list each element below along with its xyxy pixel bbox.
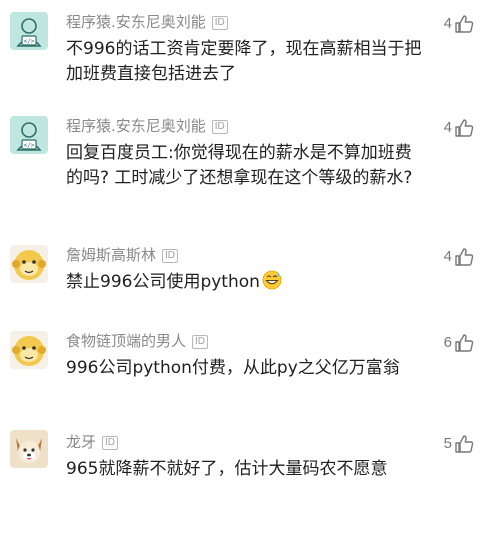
grinning-sweat-emoji	[262, 270, 282, 298]
programmer-avatar[interactable]: </>	[10, 116, 48, 154]
like-count: 4	[443, 119, 452, 136]
author-name[interactable]: 程序猿.安东尼奥刘能	[66, 117, 206, 135]
id-badge: ID	[162, 249, 179, 263]
like-button[interactable]: 6	[444, 333, 474, 353]
id-badge: ID	[211, 120, 228, 134]
comment-author[interactable]: 食物链顶端的男人 ID	[66, 331, 209, 351]
programmer-icon: </>	[10, 12, 48, 50]
thumbs-up-icon[interactable]	[454, 14, 474, 34]
author-name[interactable]: 詹姆斯高斯林	[66, 246, 156, 264]
comment-author[interactable]: 詹姆斯高斯林 ID	[66, 245, 179, 265]
monkey-avatar[interactable]	[10, 245, 48, 283]
like-count: 4	[443, 15, 452, 32]
like-button[interactable]: 4	[444, 247, 474, 267]
programmer-avatar[interactable]: </>	[10, 12, 48, 50]
comment-text: 回复百度员工:你觉得现在的薪水是不算加班费的吗? 工时减少了还想拿现在这个等级的…	[66, 143, 413, 188]
id-badge: ID	[192, 335, 209, 349]
dog-icon	[10, 430, 48, 468]
svg-text:</>: </>	[24, 38, 35, 45]
monkey-avatar[interactable]	[10, 331, 48, 369]
monkey-icon	[10, 331, 48, 369]
id-badge: ID	[211, 16, 228, 30]
comment-text: 965就降薪不就好了，估计大量码农不愿意	[66, 459, 388, 479]
comment-text: 不996的话工资肯定要降了，现在高薪相当于把加班费直接包括进去了	[66, 39, 422, 84]
thumbs-up-icon[interactable]	[454, 247, 474, 267]
thumbs-up-icon[interactable]	[454, 118, 474, 138]
id-badge: ID	[102, 436, 119, 450]
comment-text-content: 禁止996公司使用python	[66, 272, 260, 292]
svg-text:</>: </>	[24, 142, 35, 149]
author-name[interactable]: 程序猿.安东尼奥刘能	[66, 13, 206, 31]
like-button[interactable]: 4	[444, 118, 474, 138]
comment-author[interactable]: 龙牙 ID	[66, 432, 119, 452]
thumbs-up-icon[interactable]	[454, 333, 474, 353]
comment-author[interactable]: 程序猿.安东尼奥刘能 ID	[66, 116, 228, 136]
thumbs-up-icon[interactable]	[454, 434, 474, 454]
like-button[interactable]: 4	[444, 14, 474, 34]
comment-text: 禁止996公司使用python	[66, 270, 422, 298]
like-count: 6	[443, 334, 452, 351]
like-count: 4	[443, 248, 452, 265]
author-name[interactable]: 食物链顶端的男人	[66, 332, 186, 350]
comment-text: 996公司python付费，从此py之父亿万富翁	[66, 358, 400, 378]
like-button[interactable]: 5	[444, 434, 474, 454]
dog-avatar[interactable]	[10, 430, 48, 468]
author-name[interactable]: 龙牙	[66, 433, 96, 451]
programmer-icon: </>	[10, 116, 48, 154]
monkey-icon	[10, 245, 48, 283]
like-count: 5	[443, 435, 452, 452]
comment-author[interactable]: 程序猿.安东尼奥刘能 ID	[66, 12, 228, 32]
